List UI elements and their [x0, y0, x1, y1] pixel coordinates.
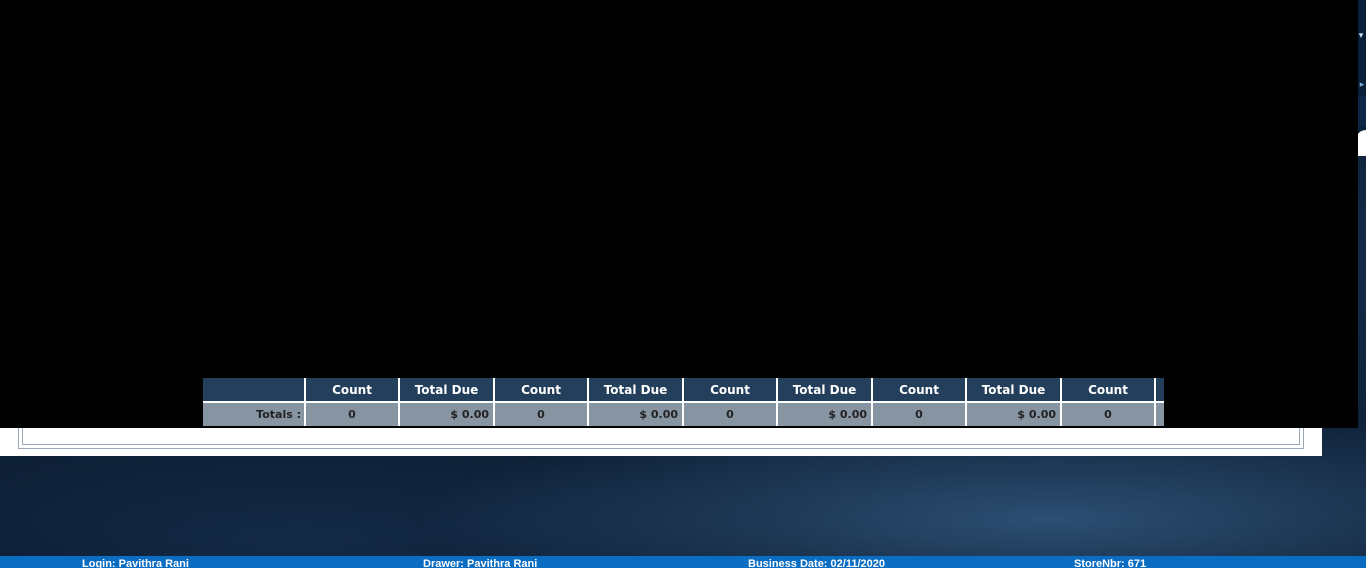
totals-total-due-cell: $ 0.00	[398, 402, 494, 426]
column-header-total-due[interactable]: Total Due	[965, 378, 1061, 403]
totals-count-cell: 0	[682, 402, 777, 426]
chevron-right-icon[interactable]: ▸	[1358, 78, 1366, 92]
status-business-date: Business Date: 02/11/2020	[748, 558, 885, 568]
column-header-total-due[interactable]: Total Due	[587, 378, 683, 403]
totals-count-cell: 0	[1060, 402, 1155, 426]
totals-row: Totals : 0 $ 0.00 0 $ 0.00 0 $ 0.00 0 $ …	[203, 402, 1164, 426]
totals-cell	[1154, 402, 1164, 426]
column-header	[203, 378, 305, 403]
totals-table: Count Total Due Count Total Due Count To…	[203, 378, 1164, 426]
table-header-row: Count Total Due Count Total Due Count To…	[203, 378, 1164, 403]
status-bar: Login: Pavithra Rani Drawer: Pavithra Ra…	[0, 556, 1366, 568]
redacted-region	[0, 0, 1358, 428]
totals-total-due-cell: $ 0.00	[587, 402, 683, 426]
column-header-count[interactable]: Count	[304, 378, 399, 403]
column-header-count[interactable]: Count	[682, 378, 777, 403]
right-edge-panel	[1358, 0, 1366, 130]
totals-count-cell: 0	[493, 402, 588, 426]
column-header	[1154, 378, 1164, 403]
column-header-total-due[interactable]: Total Due	[398, 378, 494, 403]
totals-total-due-cell: $ 0.00	[965, 402, 1061, 426]
totals-count-cell: 0	[304, 402, 399, 426]
status-store-number: StoreNbr: 671	[1074, 558, 1147, 568]
column-header-total-due[interactable]: Total Due	[776, 378, 872, 403]
status-drawer: Drawer: Pavithra Rani	[423, 558, 538, 568]
caret-icon[interactable]: ▾	[1357, 31, 1365, 41]
column-header-count[interactable]: Count	[871, 378, 966, 403]
totals-total-due-cell: $ 0.00	[776, 402, 872, 426]
right-edge-band	[1358, 96, 1366, 126]
totals-label: Totals :	[203, 402, 305, 426]
status-login: Login: Pavithra Rani	[82, 558, 189, 568]
column-header-count[interactable]: Count	[1060, 378, 1155, 403]
totals-count-cell: 0	[871, 402, 966, 426]
column-header-count[interactable]: Count	[493, 378, 588, 403]
